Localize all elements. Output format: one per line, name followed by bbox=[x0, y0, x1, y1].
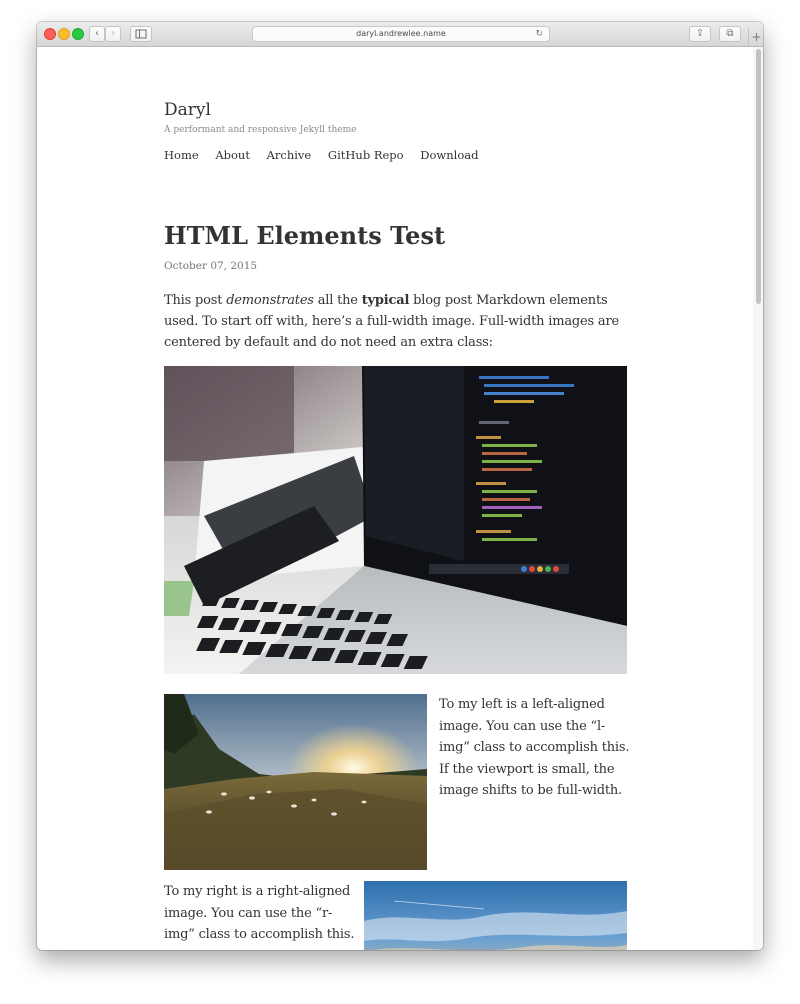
scrollbar-thumb[interactable] bbox=[756, 49, 761, 304]
plus-icon: + bbox=[751, 30, 762, 44]
post-date: October 07, 2015 bbox=[164, 260, 258, 272]
reload-icon[interactable]: ↻ bbox=[535, 27, 543, 41]
sidebar-icon bbox=[135, 29, 147, 39]
tabs-icon: ⧉ bbox=[726, 28, 734, 39]
nav-archive-link[interactable]: Archive bbox=[267, 148, 312, 162]
forward-button[interactable]: › bbox=[105, 26, 121, 42]
nav-download-link[interactable]: Download bbox=[420, 148, 478, 162]
site-title[interactable]: Daryl bbox=[164, 100, 211, 120]
share-button[interactable]: ⇪ bbox=[689, 26, 711, 42]
chevron-right-icon: › bbox=[111, 28, 115, 39]
full-width-laptop-image bbox=[164, 366, 627, 674]
intro-text: all the bbox=[313, 293, 362, 308]
right-image-caption-paragraph: To my right is a right-aligned image. Yo… bbox=[164, 884, 355, 950]
minimize-window-button[interactable] bbox=[58, 28, 70, 40]
left-aligned-landscape-image bbox=[164, 694, 427, 870]
right-aligned-sky-image bbox=[364, 881, 627, 950]
share-icon: ⇪ bbox=[695, 28, 705, 39]
left-image-caption-paragraph: To my left is a left-aligned image. You … bbox=[439, 697, 630, 798]
close-window-button[interactable] bbox=[44, 28, 56, 40]
intro-emphasis: demonstrates bbox=[226, 293, 314, 308]
chevron-left-icon: ‹ bbox=[95, 28, 99, 39]
sidebar-toggle-button[interactable] bbox=[130, 26, 152, 42]
nav-about-link[interactable]: About bbox=[215, 148, 250, 162]
post-title: HTML Elements Test bbox=[164, 221, 446, 250]
browser-window: ‹ › daryl.andrewlee.name ↻ ⇪ ⧉ + Daryl A… bbox=[37, 22, 763, 950]
address-bar[interactable]: daryl.andrewlee.name ↻ bbox=[252, 26, 550, 42]
scrollbar[interactable] bbox=[753, 47, 763, 950]
nav-home-link[interactable]: Home bbox=[164, 148, 199, 162]
maximize-window-button[interactable] bbox=[72, 28, 84, 40]
show-tabs-button[interactable]: ⧉ bbox=[719, 26, 741, 42]
nav-github-repo-link[interactable]: GitHub Repo bbox=[328, 148, 404, 162]
site-nav: Home About Archive GitHub Repo Download bbox=[164, 148, 491, 162]
site-description: A performant and responsive Jekyll theme bbox=[164, 125, 357, 135]
post-intro-paragraph: This post demonstrates all the typical b… bbox=[164, 290, 628, 353]
browser-toolbar: ‹ › daryl.andrewlee.name ↻ ⇪ ⧉ + bbox=[37, 22, 763, 47]
new-tab-button[interactable]: + bbox=[748, 28, 763, 46]
url-text: daryl.andrewlee.name bbox=[356, 29, 446, 38]
intro-strong: typical bbox=[361, 293, 410, 308]
intro-text: This post bbox=[164, 293, 227, 308]
back-button[interactable]: ‹ bbox=[89, 26, 105, 42]
